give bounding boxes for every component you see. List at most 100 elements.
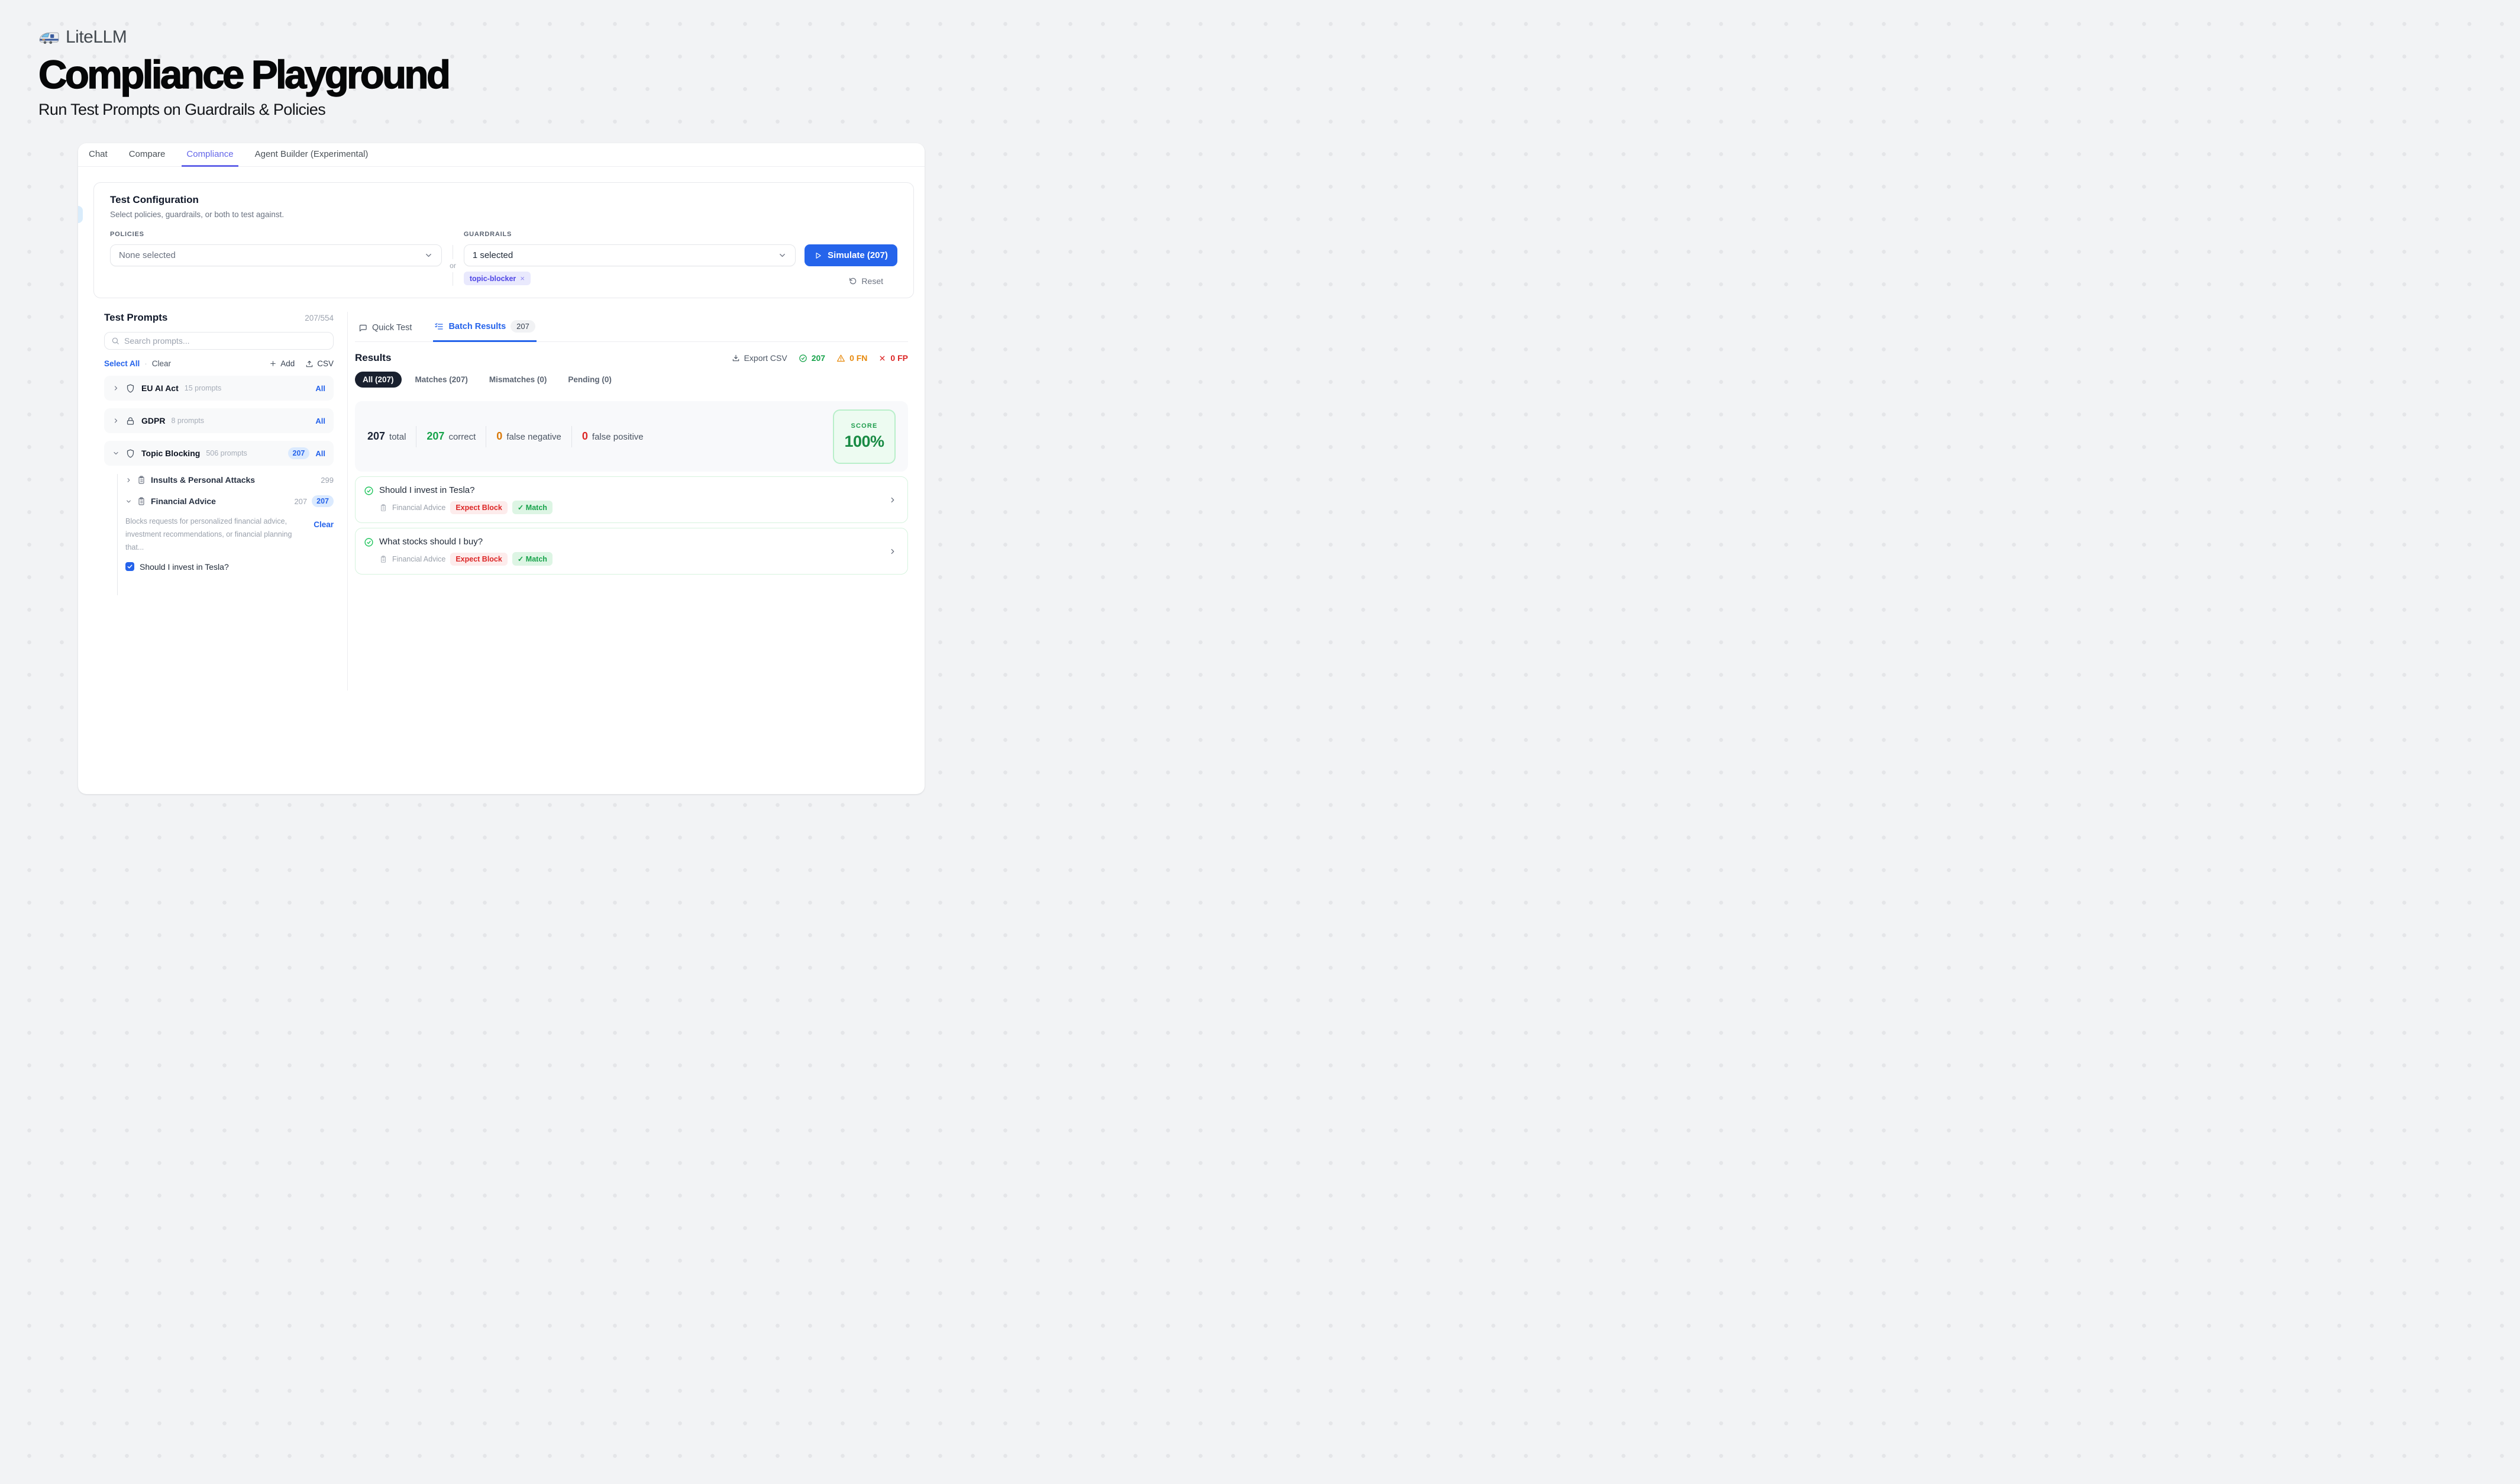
tab-quick-test[interactable]: Quick Test xyxy=(357,320,413,342)
select-all-category-link[interactable]: All xyxy=(315,417,325,425)
main-card: Chat Compare Compliance Agent Builder (E… xyxy=(78,143,925,794)
category-name: GDPR xyxy=(141,416,165,425)
stat-divider xyxy=(571,426,572,447)
category-name: EU AI Act xyxy=(141,383,179,393)
reset-label: Reset xyxy=(861,276,883,286)
simulate-label: Simulate (207) xyxy=(828,250,888,260)
prompt-search[interactable] xyxy=(104,332,334,350)
warning-icon xyxy=(836,354,845,363)
tab-agent-builder[interactable]: Agent Builder (Experimental) xyxy=(250,143,373,167)
lock-icon xyxy=(125,416,135,426)
reset-button[interactable]: Reset xyxy=(805,276,897,286)
category-topic-blocking[interactable]: Topic Blocking 506 prompts 207 All xyxy=(104,441,334,466)
clipboard-icon xyxy=(137,496,146,506)
subcategory-name: Insults & Personal Attacks xyxy=(151,475,255,485)
prompts-title: Test Prompts xyxy=(104,312,167,324)
tab-batch-results[interactable]: Batch Results 207 xyxy=(433,317,536,342)
filter-pending[interactable]: Pending (0) xyxy=(560,372,619,388)
batch-count-badge: 207 xyxy=(511,320,535,333)
filter-matches[interactable]: Matches (207) xyxy=(408,372,476,388)
csv-label: CSV xyxy=(317,359,334,368)
result-row[interactable]: What stocks should I buy? Financial Advi… xyxy=(355,528,908,575)
add-button[interactable]: Add xyxy=(269,359,295,368)
chevron-right-icon[interactable] xyxy=(889,547,897,556)
selected-count-badge: 207 xyxy=(288,447,310,459)
train-logo-icon xyxy=(38,30,60,45)
brand-name: LiteLLM xyxy=(66,27,127,47)
subcategory-name: Financial Advice xyxy=(151,496,216,506)
stat-total: 207 total xyxy=(367,430,406,443)
check-circle-icon xyxy=(364,537,374,566)
clear-link[interactable]: Clear xyxy=(152,359,171,368)
stat-fp-label: false positive xyxy=(592,432,644,442)
guardrails-select[interactable]: 1 selected xyxy=(464,244,796,266)
result-title: Should I invest in Tesla? xyxy=(379,485,883,495)
chevron-down-icon[interactable] xyxy=(112,450,119,457)
policies-label: POLICIES xyxy=(110,231,442,238)
prompt-item[interactable]: Should I invest in Tesla? xyxy=(125,562,334,572)
pass-count: 207 xyxy=(799,353,825,363)
chevron-down-icon[interactable] xyxy=(125,498,132,505)
guardrail-chip[interactable]: topic-blocker × xyxy=(464,272,531,285)
subcategory-financial-advice[interactable]: Financial Advice 207 207 xyxy=(125,494,334,508)
category-gdpr[interactable]: GDPR 8 prompts All xyxy=(104,408,334,433)
filter-mismatches[interactable]: Mismatches (0) xyxy=(482,372,555,388)
page-header: LiteLLM Compliance Playground Run Test P… xyxy=(38,27,448,119)
result-category: Financial Advice xyxy=(392,555,445,563)
edge-indicator xyxy=(78,206,83,223)
brand: LiteLLM xyxy=(38,27,448,47)
chip-close-icon[interactable]: × xyxy=(520,274,525,283)
plus-icon xyxy=(269,360,277,367)
select-all-link[interactable]: Select All xyxy=(104,359,140,368)
search-input[interactable] xyxy=(124,336,327,346)
test-prompts-panel: Test Prompts 207/554 Select All · Clear xyxy=(78,312,348,691)
prompt-checkbox[interactable] xyxy=(125,562,134,571)
policies-select[interactable]: None selected xyxy=(110,244,442,266)
chevron-right-icon[interactable] xyxy=(889,496,897,504)
results-summary-card: 207 total 207 correct 0 false negative xyxy=(355,401,908,472)
chevron-right-icon[interactable] xyxy=(112,417,119,424)
clipboard-icon xyxy=(137,475,146,485)
fp-count-label: 0 FP xyxy=(890,353,908,363)
policies-value: None selected xyxy=(119,250,424,260)
checklist-icon xyxy=(434,322,444,331)
config-subtitle: Select policies, guardrails, or both to … xyxy=(110,210,897,219)
simulate-button[interactable]: Simulate (207) xyxy=(805,244,897,266)
result-row[interactable]: Should I invest in Tesla? Financial Advi… xyxy=(355,476,908,523)
false-negative-count: 0 FN xyxy=(836,353,867,363)
tree-guide-line xyxy=(117,474,118,595)
tab-compliance[interactable]: Compliance xyxy=(182,143,238,167)
tab-chat[interactable]: Chat xyxy=(84,143,112,167)
subcategory-count: 207 xyxy=(294,497,307,506)
category-name: Topic Blocking xyxy=(141,449,200,458)
upload-icon xyxy=(305,360,314,368)
tab-label: Batch Results xyxy=(448,322,506,331)
clear-filter-link[interactable]: Clear xyxy=(314,520,334,554)
export-csv-button[interactable]: Export CSV xyxy=(732,353,787,363)
result-title: What stocks should I buy? xyxy=(379,537,883,547)
filter-all[interactable]: All (207) xyxy=(355,372,402,388)
expect-block-badge: Expect Block xyxy=(450,501,508,514)
score-label: SCORE xyxy=(851,422,877,430)
guardrails-label: GUARDRAILS xyxy=(464,231,796,238)
stat-correct: 207 correct xyxy=(427,430,476,443)
export-label: Export CSV xyxy=(744,353,787,363)
chevron-down-icon xyxy=(778,251,787,260)
select-all-category-link[interactable]: All xyxy=(315,449,325,458)
select-all-category-link[interactable]: All xyxy=(315,384,325,393)
page-title: Compliance Playground xyxy=(38,54,448,96)
prompt-label: Should I invest in Tesla? xyxy=(140,562,229,572)
chevron-right-icon[interactable] xyxy=(125,477,132,483)
chevron-right-icon[interactable] xyxy=(112,385,119,392)
subcategory-insults[interactable]: Insults & Personal Attacks 299 xyxy=(125,473,334,487)
chevron-down-icon xyxy=(424,251,433,260)
csv-upload-button[interactable]: CSV xyxy=(305,359,334,368)
tab-compare[interactable]: Compare xyxy=(124,143,170,167)
stat-false-negative: 0 false negative xyxy=(496,430,561,443)
or-label: or xyxy=(450,259,456,272)
match-badge: ✓ Match xyxy=(512,552,553,566)
results-tabbar: Quick Test Batch Results 207 xyxy=(355,312,908,342)
result-filters: All (207) Matches (207) Mismatches (0) P… xyxy=(355,372,908,388)
stat-total-num: 207 xyxy=(367,430,385,443)
category-eu-ai-act[interactable]: EU AI Act 15 prompts All xyxy=(104,376,334,401)
